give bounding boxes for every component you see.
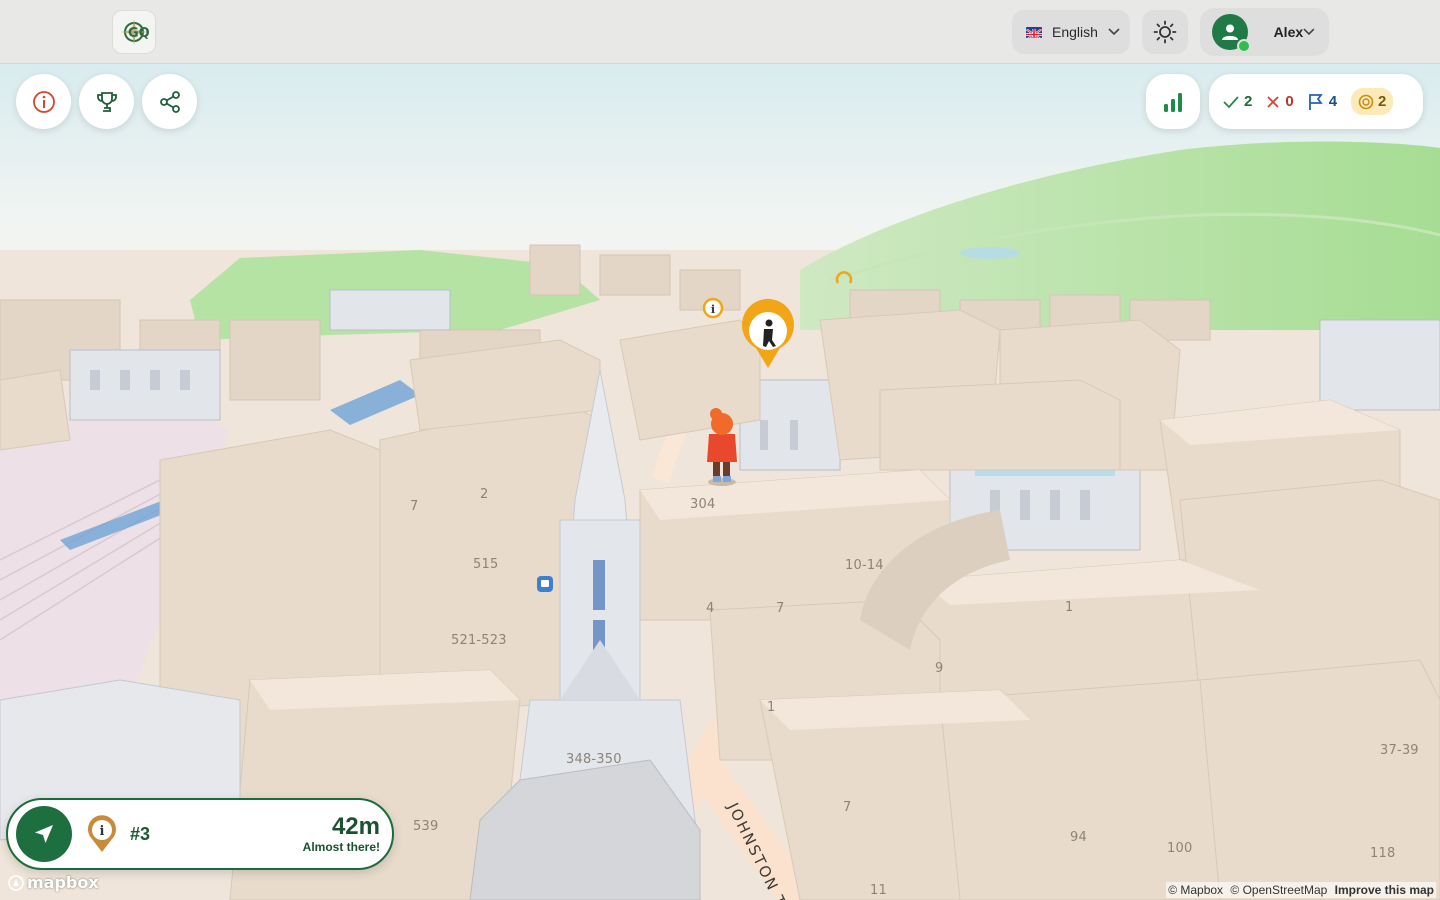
- flag-count: 4: [1308, 93, 1337, 111]
- sun-icon: [1153, 20, 1177, 44]
- score-panel: 2 0 4 2: [1209, 74, 1423, 129]
- mapbox-logo-text: mapbox: [27, 873, 99, 892]
- compass-logo-icon: GQ: [121, 19, 150, 45]
- map-label-4: 4: [706, 601, 715, 616]
- mapbox-icon: [8, 874, 24, 891]
- flag-value: 4: [1328, 93, 1338, 110]
- map-label-521-523: 521-523: [451, 633, 507, 648]
- avatar: [1212, 14, 1251, 53]
- target-number: #3: [130, 823, 151, 844]
- map-label-10-14: 10-14: [845, 558, 884, 573]
- map-label-7a: 7: [410, 499, 419, 514]
- map-label-118: 118: [1370, 846, 1396, 861]
- info-pin-icon: i: [86, 815, 118, 853]
- map-label-37-39: 37-39: [1380, 743, 1419, 758]
- map-label-100: 100: [1167, 841, 1193, 856]
- stats-button[interactable]: [1146, 74, 1200, 129]
- theme-toggle-button[interactable]: [1142, 10, 1188, 54]
- leaderboard-button[interactable]: [79, 74, 134, 129]
- check-icon: [1223, 95, 1239, 108]
- cross-icon: [1267, 95, 1279, 108]
- map-label-2: 2: [480, 487, 489, 502]
- flag-icon: [1308, 93, 1323, 110]
- share-button[interactable]: [142, 74, 197, 129]
- info-icon: [32, 90, 55, 113]
- map-label-539: 539: [413, 819, 439, 834]
- map-label-348-350: 348-350: [566, 752, 622, 767]
- attribution-mapbox[interactable]: © Mapbox: [1168, 883, 1223, 897]
- map-attribution: © Mapbox © OpenStreetMap Improve this ma…: [1166, 882, 1436, 898]
- improve-map-link[interactable]: Improve this map: [1335, 883, 1434, 897]
- uk-flag-icon: [1026, 26, 1042, 38]
- chevron-down-icon: [1108, 28, 1120, 36]
- map-label-9: 9: [935, 661, 944, 676]
- distance-info: 42m Almost there!: [302, 813, 380, 855]
- user-name: Alex: [1273, 24, 1304, 40]
- distance-value: 42m: [331, 813, 380, 840]
- map-label-1b: 1: [767, 700, 776, 715]
- user-menu-button[interactable]: Alex: [1200, 8, 1329, 56]
- language-label: English: [1052, 24, 1098, 40]
- coin-count: 2: [1351, 88, 1394, 115]
- svg-text:i: i: [711, 303, 715, 316]
- navigation-arrow-icon: [35, 825, 53, 843]
- map-canvas[interactable]: i: [0, 0, 1440, 900]
- correct-value: 2: [1244, 93, 1253, 110]
- map-label-7c: 7: [843, 800, 852, 815]
- top-bar: GQ English Alex: [0, 0, 1440, 64]
- trophy-icon: [96, 91, 117, 112]
- user-icon: [1221, 24, 1238, 40]
- mapbox-logo[interactable]: mapbox: [8, 873, 99, 892]
- distance-status: Almost there!: [302, 840, 380, 854]
- wrong-count: 0: [1266, 93, 1294, 110]
- map-label-515: 515: [473, 557, 499, 572]
- poi-info-marker-small[interactable]: i: [702, 297, 724, 319]
- navigate-button[interactable]: [16, 806, 72, 862]
- map-view[interactable]: i 7 2 304 515 10-14 4 7 1 521-523 9 1 34…: [0, 0, 1440, 900]
- chevron-down-icon: [1303, 28, 1315, 36]
- app-logo[interactable]: GQ: [112, 10, 156, 54]
- wrong-value: 0: [1285, 93, 1294, 110]
- map-label-94: 94: [1070, 830, 1087, 845]
- svg-text:i: i: [100, 824, 105, 839]
- bus-stop-icon[interactable]: [537, 576, 553, 592]
- map-label-1a: 1: [1065, 600, 1074, 615]
- map-label-7b: 7: [776, 601, 785, 616]
- map-label-304: 304: [690, 497, 716, 512]
- coin-icon: [1358, 94, 1374, 109]
- info-button[interactable]: [16, 74, 71, 129]
- coin-value: 2: [1378, 93, 1387, 110]
- online-status-dot: [1236, 39, 1251, 53]
- correct-count: 2: [1223, 93, 1252, 110]
- bar-chart-icon: [1164, 92, 1182, 112]
- map-label-11: 11: [870, 883, 887, 898]
- language-selector[interactable]: English: [1012, 10, 1130, 54]
- attribution-osm[interactable]: © OpenStreetMap: [1230, 883, 1327, 897]
- logo-text: GQ: [128, 26, 150, 41]
- share-icon: [159, 90, 180, 113]
- navigation-card[interactable]: i #3 42m Almost there!: [6, 798, 394, 870]
